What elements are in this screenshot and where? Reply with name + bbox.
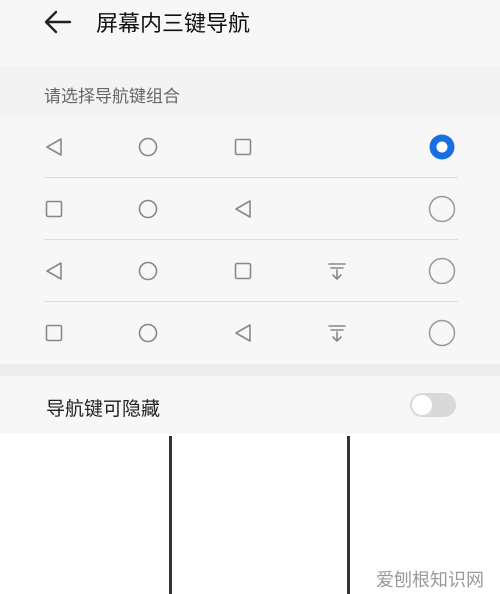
radio-selected-icon[interactable]	[428, 133, 456, 161]
hide-navigation-toggle[interactable]	[410, 393, 456, 417]
back-key-icon	[235, 200, 251, 218]
watermark: 爱刨根知识网	[376, 570, 484, 591]
home-key-icon	[138, 261, 158, 281]
hide-navigation-label: 导航键可隐藏	[46, 398, 161, 420]
preview-divider	[347, 436, 350, 594]
app-header: 屏幕内三键导航	[0, 0, 500, 66]
navigation-preview: 爱刨根知识网	[0, 434, 500, 594]
preview-divider	[169, 436, 172, 594]
back-key-icon	[46, 138, 62, 156]
hide-navigation-row: 导航键可隐藏	[0, 376, 500, 434]
recent-apps-key-icon	[234, 138, 252, 156]
section-label: 请选择导航键组合	[44, 87, 180, 107]
combination-option-4[interactable]	[0, 302, 500, 364]
section-divider	[0, 364, 500, 376]
radio-unselected-icon[interactable]	[428, 195, 456, 223]
back-key-icon	[46, 262, 62, 280]
notification-pull-icon	[328, 325, 346, 342]
notification-pull-icon	[328, 263, 346, 280]
recent-apps-key-icon	[45, 324, 63, 342]
back-key-icon	[235, 324, 251, 342]
home-key-icon	[138, 323, 158, 343]
home-key-icon	[138, 199, 158, 219]
radio-unselected-icon[interactable]	[428, 319, 456, 347]
home-key-icon	[138, 137, 158, 157]
radio-unselected-icon[interactable]	[428, 257, 456, 285]
combination-option-3[interactable]	[0, 240, 500, 302]
back-arrow-icon[interactable]	[40, 4, 76, 40]
recent-apps-key-icon	[45, 200, 63, 218]
combination-option-2[interactable]	[0, 178, 500, 240]
recent-apps-key-icon	[234, 262, 252, 280]
navigation-combination-list	[0, 116, 500, 364]
page-title: 屏幕内三键导航	[96, 12, 251, 37]
combination-option-1[interactable]	[0, 116, 500, 178]
